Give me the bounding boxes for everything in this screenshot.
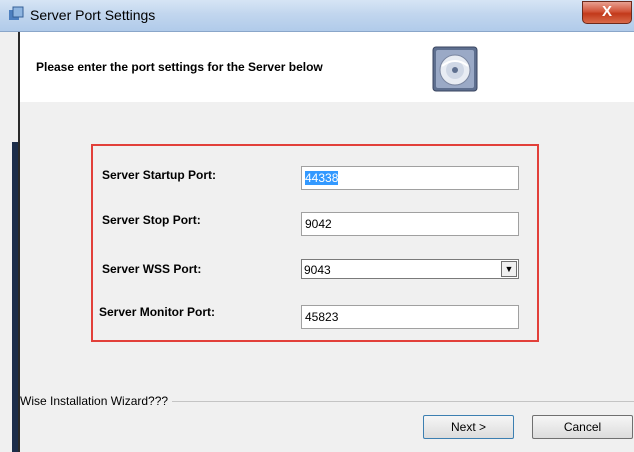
close-icon: X — [601, 3, 612, 20]
wss-port-value: 9043 — [304, 263, 331, 277]
left-edge-shadow — [12, 142, 18, 452]
monitor-port-input[interactable]: 45823 — [301, 305, 519, 329]
title-bar[interactable]: Server Port Settings X — [0, 0, 634, 32]
next-button[interactable]: Next > — [423, 415, 514, 439]
startup-port-value: 44338 — [305, 171, 339, 185]
app-icon — [9, 6, 24, 20]
installer-window: Server Port Settings X Please enter the … — [0, 0, 634, 452]
startup-port-input[interactable]: 44338 — [301, 166, 519, 190]
cancel-button-label: Cancel — [563, 420, 602, 434]
close-button[interactable]: X — [582, 1, 632, 24]
cd-disc-icon — [432, 46, 478, 92]
next-button-label: Next > — [450, 420, 486, 434]
stop-port-value: 9042 — [305, 217, 332, 231]
window-title: Server Port Settings — [30, 7, 156, 23]
monitor-port-label: Server Monitor Port: — [99, 305, 216, 319]
instruction-text: Please enter the port settings for the S… — [36, 60, 323, 74]
left-border — [18, 32, 20, 452]
monitor-port-value: 45823 — [305, 310, 339, 324]
chevron-down-icon[interactable]: ▼ — [501, 261, 517, 277]
startup-port-label: Server Startup Port: — [102, 168, 217, 182]
wizard-label: Wise Installation Wizard??? — [20, 394, 169, 408]
stop-port-input[interactable]: 9042 — [301, 212, 519, 236]
footer-divider — [172, 401, 634, 402]
stop-port-label: Server Stop Port: — [102, 213, 201, 227]
wss-port-label: Server WSS Port: — [102, 262, 202, 276]
cancel-button[interactable]: Cancel — [532, 415, 633, 439]
wss-port-dropdown[interactable]: 9043 ▼ — [301, 259, 519, 279]
